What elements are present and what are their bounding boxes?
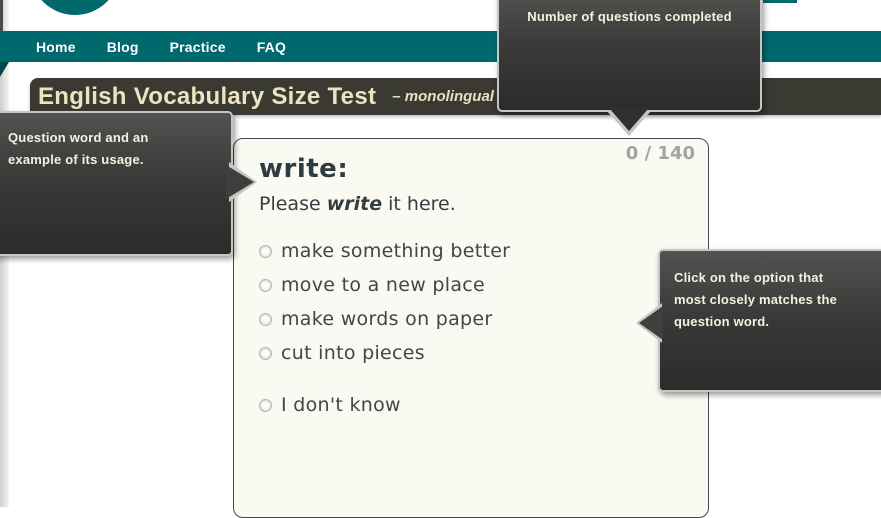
vocabulary-test-page: { "colors": { "teal_accent": "#00696d", … [0,0,881,518]
radio-icon[interactable] [259,278,272,292]
tooltip-line: most closely matches the [674,292,838,307]
option-label: cut into pieces [281,342,425,364]
answer-option-2[interactable]: move to a new place [259,273,694,297]
page-title: English Vocabulary Size Test [38,82,377,110]
site-logo-icon[interactable] [30,0,120,15]
option-label: move to a new place [281,274,486,296]
tooltip-line: question word. [674,314,770,329]
tooltip-question-word: Question word and an example of its usag… [0,111,233,256]
nav-item-blog[interactable]: Blog [107,39,139,55]
question-card: 0 / 140 write: Please write it here. mak… [233,138,709,518]
page-subtitle: – monolingual [392,88,494,105]
progress-counter: 0 / 140 [625,143,695,164]
options-list: make something better move to a new plac… [259,239,694,417]
example-emphasis: write [326,193,383,215]
nav-item-faq[interactable]: FAQ [257,39,286,55]
option-label: make words on paper [281,308,493,330]
tooltip-options: Click on the option that most closely ma… [658,249,881,392]
nav-item-practice[interactable]: Practice [170,39,226,55]
tooltip-line: Question word and an [8,130,149,145]
radio-icon[interactable] [259,346,272,360]
tooltip-line: Number of questions completed [527,9,732,24]
tooltip-line: example of its usage. [8,152,144,167]
answer-option-3[interactable]: make words on paper [259,307,694,331]
top-right-accent [763,0,797,3]
nav-item-home[interactable]: Home [36,39,76,55]
radio-icon[interactable] [259,398,272,412]
answer-option-4[interactable]: cut into pieces [259,341,694,365]
radio-icon[interactable] [259,244,272,258]
tooltip-line: Click on the option that [674,270,824,285]
radio-icon[interactable] [259,312,272,326]
answer-option-dont-know[interactable]: I don't know [259,393,694,417]
question-example: Please write it here. [259,191,694,217]
example-prefix: Please [259,193,327,215]
window-edge [0,0,3,31]
tooltip-progress: Number of questions completed [497,0,762,112]
option-label: make something better [281,240,511,262]
answer-option-1[interactable]: make something better [259,239,694,263]
example-suffix: it here. [382,193,456,215]
option-label: I don't know [281,394,401,416]
